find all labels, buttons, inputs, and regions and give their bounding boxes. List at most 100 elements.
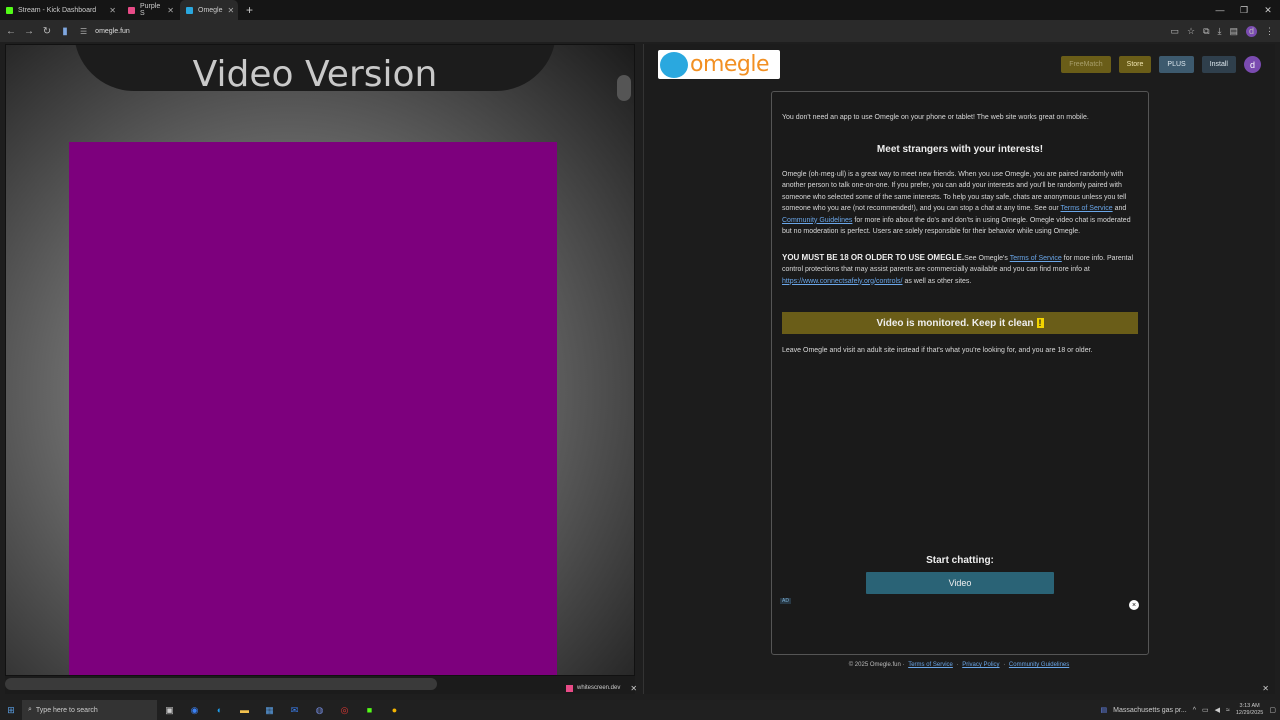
kick-favicon-icon: [6, 6, 13, 14]
obs-icon[interactable]: ◎: [332, 705, 357, 716]
page-heading: Meet strangers with your interests!: [876, 143, 1044, 155]
footer-separator: ·: [956, 662, 959, 668]
tab-title: Stream - Kick Dashboard: [18, 6, 97, 14]
guidelines-link[interactable]: Community Guidelines: [782, 217, 852, 224]
back-icon[interactable]: ←: [2, 26, 20, 37]
connectsafely-link[interactable]: https://www.connectsafely.org/controls/: [782, 278, 902, 285]
kick-icon[interactable]: ■: [357, 705, 382, 715]
monitored-text: Video is monitored. Keep it clean: [876, 317, 1034, 329]
address-bar: ← → ↻ ▮ ☰ omegle.fun ▭ ☆ ⧉ ⤓ ▤ d ⋮: [0, 20, 1280, 42]
file-explorer-icon[interactable]: ▬: [232, 705, 257, 715]
date: 12/29/2025: [1235, 710, 1264, 716]
footer-guidelines-link[interactable]: Community Guidelines: [1009, 662, 1069, 668]
download-chip-label: whitescreen.dev: [577, 685, 621, 691]
profile-avatar[interactable]: d: [1246, 25, 1257, 37]
footer: © 2025 Omegle.fun · Terms of Service · P…: [644, 662, 1276, 668]
chrome-icon[interactable]: ●: [382, 705, 407, 715]
menu-icon[interactable]: ⋮: [1265, 26, 1274, 37]
sidebar-icon[interactable]: ▮: [56, 26, 74, 37]
freematch-button[interactable]: FreeMatch: [1061, 56, 1111, 73]
news-icon: ▤: [1100, 707, 1108, 714]
start-chatting-label: Start chatting:: [926, 555, 994, 566]
wifi-icon[interactable]: ≈: [1226, 707, 1230, 714]
close-ad-icon[interactable]: ×: [1129, 600, 1139, 610]
reload-icon[interactable]: ↻: [38, 26, 56, 37]
store-button[interactable]: Store: [1118, 56, 1152, 73]
address-bar-actions: ▭ ☆ ⧉ ⤓ ▤ d ⋮: [1170, 20, 1274, 42]
clock[interactable]: 3:13 AM 12/29/2025: [1236, 703, 1264, 717]
window-controls: — ❐ ✕: [1208, 0, 1280, 20]
leave-notice: Leave Omegle and visit an adult site ins…: [782, 347, 1093, 354]
and-text: and: [1114, 205, 1127, 212]
mobile-intro: You don't need an app to use Omegle on y…: [782, 114, 1089, 121]
tab-title: Purple S: [140, 3, 161, 17]
close-icon[interactable]: ✕: [630, 684, 637, 693]
age-requirement: YOU MUST BE 18 OR OLDER TO USE OMEGLE.: [782, 252, 965, 262]
volume-icon[interactable]: ◀: [1215, 706, 1220, 714]
footer-privacy-link[interactable]: Privacy Policy: [962, 662, 999, 668]
windows-taskbar: ⊞ ⌕ Type here to search ▣ ◉ ◐ ▬ ▦ ✉ ◍ ◎ …: [0, 700, 1280, 720]
mail-icon[interactable]: ✉: [282, 705, 307, 716]
copilot-icon[interactable]: ◉: [182, 705, 207, 716]
close-tab-icon[interactable]: ✕: [109, 6, 116, 15]
edge-icon[interactable]: ◐: [207, 705, 232, 715]
new-tab-icon[interactable]: +: [238, 3, 261, 17]
time: 3:13 AM: [1239, 703, 1260, 709]
site-info-icon[interactable]: ☰: [80, 27, 87, 36]
omegle-logo[interactable]: omegle: [658, 50, 780, 79]
close-window-icon[interactable]: ✕: [1256, 5, 1280, 16]
taskbar-search[interactable]: ⌕ Type here to search: [22, 700, 157, 720]
whitescreen-preview: Video Version: [5, 44, 635, 676]
age-paragraph: YOU MUST BE 18 OR OLDER TO USE OMEGLE.Se…: [782, 252, 1138, 288]
url-field[interactable]: omegle.fun: [95, 28, 130, 35]
maximize-icon[interactable]: ❐: [1232, 5, 1256, 16]
vertical-scrollbar[interactable]: [617, 75, 631, 101]
close-tab-icon[interactable]: ✕: [228, 6, 235, 15]
monitored-banner: Video is monitored. Keep it clean !: [782, 312, 1138, 334]
news-ticker[interactable]: Massachusetts gas pr...: [1113, 707, 1187, 714]
terms-link[interactable]: Terms of Service: [1061, 205, 1113, 212]
bookmark-star-icon[interactable]: ☆: [1187, 26, 1195, 37]
tab-kick-dashboard[interactable]: Stream - Kick Dashboard ✕: [0, 0, 122, 20]
tab-title: Omegle: [198, 6, 223, 14]
avatar[interactable]: d: [1244, 56, 1261, 73]
footer-terms-link[interactable]: Terms of Service: [908, 662, 953, 668]
discord-icon[interactable]: ◍: [307, 705, 332, 716]
download-chip[interactable]: whitescreen.dev ✕: [566, 682, 637, 694]
tab-omegle[interactable]: Omegle ✕: [180, 0, 238, 20]
video-chat-button[interactable]: Video: [866, 572, 1054, 594]
logo-text: omegle: [690, 52, 770, 77]
terms-link[interactable]: Terms of Service: [1010, 255, 1062, 262]
footer-separator: ·: [1003, 662, 1006, 668]
close-icon[interactable]: ✕: [1262, 684, 1269, 693]
cast-icon[interactable]: ▭: [1170, 26, 1179, 37]
chevron-up-icon[interactable]: ^: [1193, 707, 1196, 714]
plus-button[interactable]: PLUS: [1159, 56, 1194, 73]
store-icon[interactable]: ▦: [257, 705, 282, 716]
main-card: You don't need an app to use Omegle on y…: [771, 91, 1149, 655]
windows-start-icon[interactable]: ⊞: [0, 705, 22, 716]
task-view-icon[interactable]: ▣: [157, 705, 182, 716]
intro-paragraph: Omegle (oh·meg·ull) is a great way to me…: [782, 169, 1138, 238]
minimize-icon[interactable]: —: [1208, 5, 1232, 15]
search-icon: ⌕: [28, 706, 32, 713]
banner-text: Video Version: [192, 54, 438, 95]
omegle-bubble-icon: [660, 51, 688, 78]
system-tray: ▤ Massachusetts gas pr... ^ ▭ ◀ ≈ 3:13 A…: [1101, 700, 1276, 720]
age-text-a: See Omegle's: [964, 254, 1008, 262]
install-button[interactable]: Install: [1201, 56, 1236, 73]
warning-icon: !: [1036, 318, 1044, 328]
close-tab-icon[interactable]: ✕: [167, 6, 174, 15]
forward-icon[interactable]: →: [20, 26, 38, 37]
horizontal-scrollbar[interactable]: [5, 678, 437, 690]
top-nav: FreeMatch Store PLUS Install d: [1061, 56, 1261, 73]
network-icon[interactable]: ▭: [1202, 706, 1209, 714]
purple-screen-fill: [69, 142, 557, 675]
omegle-page: omegle FreeMatch Store PLUS Install d Yo…: [643, 44, 1275, 694]
tab-purple-screen[interactable]: Purple S ✕: [122, 0, 180, 20]
notification-icon[interactable]: ▢: [1269, 706, 1276, 714]
extensions-icon[interactable]: ⧉: [1203, 26, 1209, 37]
ad-badge: AD: [780, 598, 791, 604]
reading-icon[interactable]: ▤: [1229, 26, 1238, 37]
downloads-icon[interactable]: ⤓: [1218, 26, 1222, 37]
